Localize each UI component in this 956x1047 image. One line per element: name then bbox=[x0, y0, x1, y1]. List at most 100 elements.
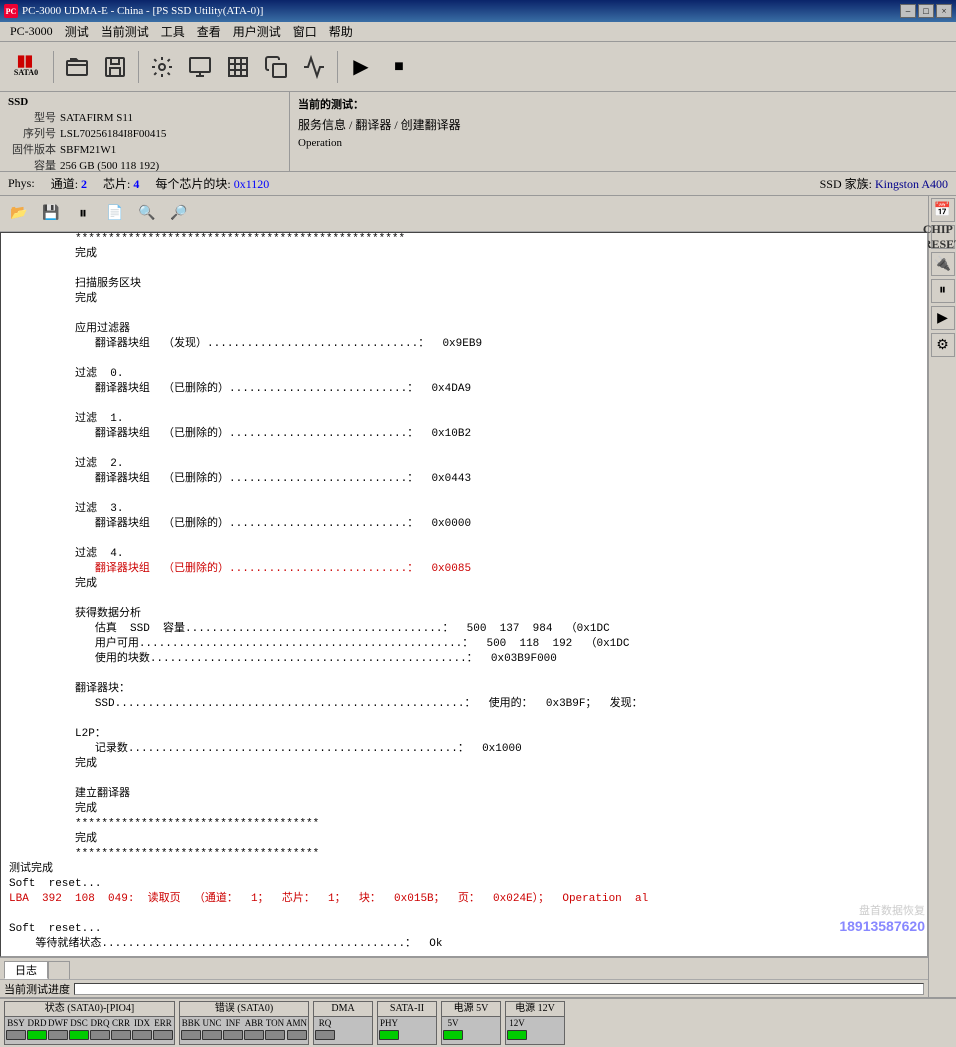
title-bar: PC PC-3000 UDMA-E - China - [PS SSD Util… bbox=[0, 0, 956, 22]
status-led-group: IDX bbox=[132, 1018, 152, 1043]
play-button[interactable]: ▶ bbox=[343, 49, 379, 85]
copy-button[interactable] bbox=[258, 49, 294, 85]
rs-chip-button[interactable]: CHIPRESET bbox=[931, 225, 955, 249]
led-label: UNC bbox=[202, 1018, 221, 1029]
led-bsy bbox=[6, 1030, 26, 1040]
led-unc bbox=[202, 1030, 222, 1040]
tab-blank[interactable] bbox=[48, 961, 70, 979]
led-drq bbox=[90, 1030, 110, 1040]
rs-settings-button[interactable]: ⚙ bbox=[931, 333, 955, 357]
status-led-group: UNC bbox=[202, 1018, 222, 1043]
grid-button[interactable] bbox=[220, 49, 256, 85]
ct-save-button[interactable]: 💾 bbox=[36, 200, 66, 228]
led-crr bbox=[111, 1030, 131, 1040]
menu-current-test[interactable]: 当前测试 bbox=[95, 22, 155, 41]
status-led-group: DRQ bbox=[90, 1018, 110, 1043]
status-group-content: BSYDRDDWFDSCDRQCRRIDXERR bbox=[5, 1017, 174, 1044]
status-led-group: INF bbox=[223, 1018, 243, 1043]
led-label: DRQ bbox=[90, 1018, 109, 1029]
status-led-group: DSC bbox=[69, 1018, 89, 1043]
led-label: 5V bbox=[448, 1018, 459, 1029]
test-panel-operation: Operation bbox=[298, 137, 948, 149]
rs-pause-button[interactable]: ⏸ bbox=[931, 279, 955, 303]
phys-label: Phys: bbox=[8, 176, 35, 191]
status-group-content: RQ bbox=[314, 1017, 372, 1044]
led-idx bbox=[132, 1030, 152, 1040]
ct-page-button[interactable]: 📄 bbox=[100, 200, 130, 228]
ssd-value-serial: LSL70256184I8F00415 bbox=[60, 126, 166, 142]
menu-view[interactable]: 查看 bbox=[191, 22, 227, 41]
toolbar-sep-2 bbox=[138, 51, 139, 83]
phys-chips: 芯片: 4 bbox=[103, 175, 139, 192]
right-sidebar: 📅 CHIPRESET 🔌 ⏸ ▶ ⚙ bbox=[928, 196, 956, 997]
led-inf bbox=[223, 1030, 243, 1040]
menu-window[interactable]: 窗口 bbox=[287, 22, 323, 41]
toolbar-sep-1 bbox=[53, 51, 54, 83]
log-area[interactable]: 块： 0x01CB...............................… bbox=[0, 232, 928, 957]
led-label: ABR bbox=[245, 1018, 264, 1029]
led-label: TON bbox=[266, 1018, 284, 1029]
status-group: 电源 12V12V bbox=[505, 1001, 565, 1045]
watermark-phone: 18913587620 bbox=[839, 919, 925, 934]
progress-track bbox=[74, 983, 924, 995]
monitor-button[interactable] bbox=[182, 49, 218, 85]
rs-play-button[interactable]: ▶ bbox=[931, 306, 955, 330]
minimize-button[interactable]: – bbox=[900, 4, 916, 18]
ct-search2-button[interactable]: 🔎 bbox=[164, 200, 194, 228]
phys-bar: Phys: 通道: 2 芯片: 4 每个芯片的块: 0x1120 SSD 家族:… bbox=[0, 172, 956, 196]
ssd-field-model: 型号 SATAFIRM S11 bbox=[8, 110, 281, 126]
led-label: INF bbox=[226, 1018, 241, 1029]
status-led-group: CRR bbox=[111, 1018, 131, 1043]
phys-blocks-label: 每个芯片的块: 0x1120 bbox=[155, 175, 269, 192]
led-dsc bbox=[69, 1030, 89, 1040]
left-panel: 📂 💾 ⏸ 📄 🔍 🔎 块： 0x01CB...................… bbox=[0, 196, 928, 997]
rs-calendar-button[interactable]: 📅 bbox=[931, 198, 955, 222]
status-group-content: 12V bbox=[506, 1017, 564, 1044]
chart-button[interactable] bbox=[296, 49, 332, 85]
settings-button[interactable] bbox=[144, 49, 180, 85]
sata-button[interactable]: ▊▊ SATA0 bbox=[4, 49, 48, 85]
led-abr bbox=[244, 1030, 264, 1040]
rs-plug-button[interactable]: 🔌 bbox=[931, 252, 955, 276]
tab-log[interactable]: 日志 bbox=[4, 961, 48, 979]
title-text: PC-3000 UDMA-E - China - [PS SSD Utility… bbox=[22, 5, 263, 17]
status-group: 电源 5V5V bbox=[441, 1001, 501, 1045]
maximize-button[interactable]: □ bbox=[918, 4, 934, 18]
status-led-group: TON bbox=[265, 1018, 285, 1043]
led-label: IDX bbox=[134, 1018, 150, 1029]
close-button[interactable]: × bbox=[936, 4, 952, 18]
ct-open-button[interactable]: 📂 bbox=[4, 200, 34, 228]
test-panel-breadcrumb: 服务信息 / 翻译器 / 创建翻译器 bbox=[298, 116, 948, 133]
ssd-label-model: 型号 bbox=[8, 110, 56, 126]
ct-pause-button[interactable]: ⏸ bbox=[68, 200, 98, 228]
title-controls[interactable]: – □ × bbox=[900, 4, 952, 18]
save-button[interactable] bbox=[97, 49, 133, 85]
led-drd bbox=[27, 1030, 47, 1040]
status-group-content: BBKUNCINFABRTONAMN bbox=[180, 1017, 308, 1044]
menu-help[interactable]: 帮助 bbox=[323, 22, 359, 41]
led-label: DRD bbox=[27, 1018, 46, 1029]
bottom-status: 状态 (SATA0)-[PIO4]BSYDRDDWFDSCDRQCRRIDXER… bbox=[0, 997, 956, 1047]
stop-button[interactable]: ■ bbox=[381, 49, 417, 85]
menu-pc3000[interactable]: PC-3000 bbox=[4, 23, 59, 40]
led-label: AMN bbox=[286, 1018, 307, 1029]
watermark: 盘首数据恢复 18913587620 bbox=[839, 904, 925, 934]
status-led-group: ERR bbox=[153, 1018, 173, 1043]
info-row: SSD 型号 SATAFIRM S11 序列号 LSL70256184I8F00… bbox=[0, 92, 956, 172]
ct-search-button[interactable]: 🔍 bbox=[132, 200, 162, 228]
led-label: BSY bbox=[7, 1018, 25, 1029]
menu-tools[interactable]: 工具 bbox=[155, 22, 191, 41]
status-group-title: 电源 12V bbox=[506, 1002, 564, 1017]
toolbar: ▊▊ SATA0 ▶ ■ bbox=[0, 42, 956, 92]
led-err bbox=[153, 1030, 173, 1040]
menu-user-test[interactable]: 用户测试 bbox=[227, 22, 287, 41]
main-layout: SSD 型号 SATAFIRM S11 序列号 LSL70256184I8F00… bbox=[0, 92, 956, 1047]
open-button[interactable] bbox=[59, 49, 95, 85]
log-content: 块： 0x01CB...............................… bbox=[9, 232, 919, 952]
menu-test[interactable]: 测试 bbox=[59, 22, 95, 41]
led-amn bbox=[287, 1030, 307, 1040]
led-label: DSC bbox=[70, 1018, 88, 1029]
status-group-title: 错误 (SATA0) bbox=[180, 1002, 308, 1017]
status-group: 错误 (SATA0)BBKUNCINFABRTONAMN bbox=[179, 1001, 309, 1045]
status-led-group: PHY bbox=[379, 1018, 399, 1043]
